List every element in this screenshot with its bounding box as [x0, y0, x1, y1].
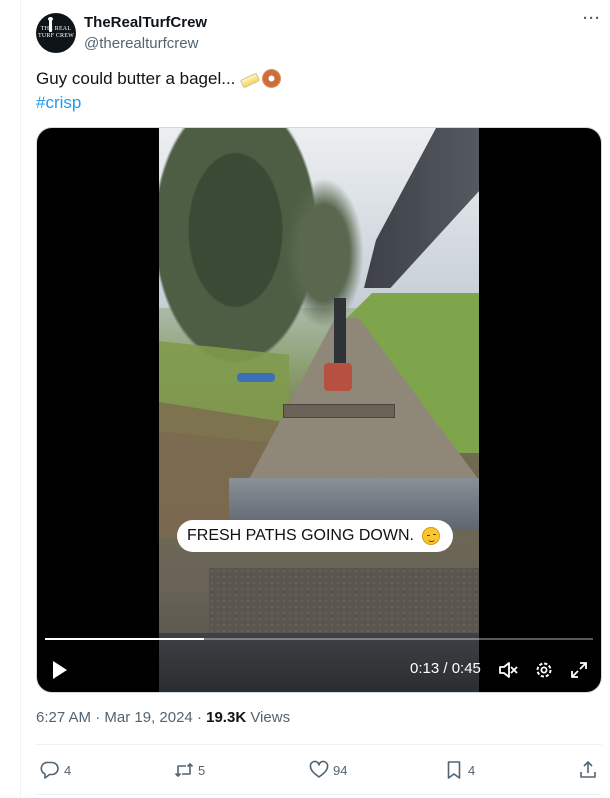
meta-separator: · — [91, 709, 105, 726]
bookmark-icon — [447, 761, 461, 779]
video-player[interactable]: FRESH PATHS GOING DOWN. 0:13 / 0:45 — [36, 127, 602, 693]
video-frame — [159, 128, 479, 692]
heart-icon — [309, 760, 329, 778]
video-caption: FRESH PATHS GOING DOWN. — [177, 520, 453, 552]
avatar-figure-icon — [48, 17, 53, 32]
video-progress-fill — [45, 638, 204, 640]
play-button[interactable] — [51, 660, 69, 680]
share-icon — [580, 761, 596, 778]
play-icon — [53, 661, 67, 679]
like-count: 94 — [333, 762, 348, 778]
display-name[interactable]: TheRealTurfCrew — [84, 13, 207, 33]
tweet-meta: 6:27 AM · Mar 19, 2024 · 19.3K Views — [36, 708, 290, 728]
tweet-text-content: Guy could butter a bagel... — [36, 69, 236, 88]
reply-icon — [40, 761, 59, 779]
video-gravel — [209, 568, 479, 638]
fullscreen-button[interactable] — [569, 660, 589, 680]
video-caption-text: FRESH PATHS GOING DOWN. — [187, 527, 414, 544]
hashtag-link[interactable]: #crisp — [36, 92, 81, 114]
video-excavator-bucket — [324, 363, 352, 391]
divider-top — [36, 744, 602, 745]
divider-bottom — [36, 794, 602, 795]
avatar-logo-line1: THE REAL — [40, 26, 72, 32]
reply-count: 4 — [64, 762, 72, 778]
repost-count: 5 — [198, 762, 206, 778]
bagel-icon — [262, 69, 282, 88]
share-button[interactable] — [578, 758, 598, 782]
tweet-text: Guy could butter a bagel... — [36, 68, 282, 90]
views-count: 19.3K — [206, 709, 247, 726]
avatar[interactable]: THE REAL TURF CREW — [36, 13, 76, 53]
butter-icon — [240, 72, 261, 89]
bookmark-button[interactable]: 4 — [444, 758, 475, 782]
settings-button[interactable] — [534, 660, 554, 680]
avatar-logo-line2: TURF CREW — [38, 33, 74, 39]
meta-separator-2: · — [192, 709, 207, 726]
relieved-face-icon — [422, 527, 440, 545]
settings-icon — [536, 662, 552, 678]
video-blue-cover — [237, 373, 275, 382]
tweet-time[interactable]: 6:27 AM — [36, 709, 91, 726]
bookmark-count: 4 — [468, 762, 476, 778]
timeline-border — [20, 0, 21, 798]
tweet-date[interactable]: Mar 19, 2024 — [104, 709, 192, 726]
repost-icon — [174, 763, 194, 777]
reply-button[interactable]: 4 — [40, 758, 71, 782]
video-progress-bar[interactable] — [45, 638, 593, 640]
mute-button[interactable] — [498, 660, 518, 680]
video-screed-bar — [283, 404, 395, 418]
views-label: Views — [246, 709, 291, 726]
like-button[interactable]: 94 — [309, 758, 347, 782]
fullscreen-icon — [571, 662, 587, 678]
video-time: 0:13 / 0:45 — [410, 660, 481, 677]
repost-button[interactable]: 5 — [174, 758, 205, 782]
handle[interactable]: @therealturfcrew — [84, 34, 198, 53]
mute-icon — [499, 662, 518, 678]
more-options-button[interactable]: ··· — [581, 11, 603, 32]
